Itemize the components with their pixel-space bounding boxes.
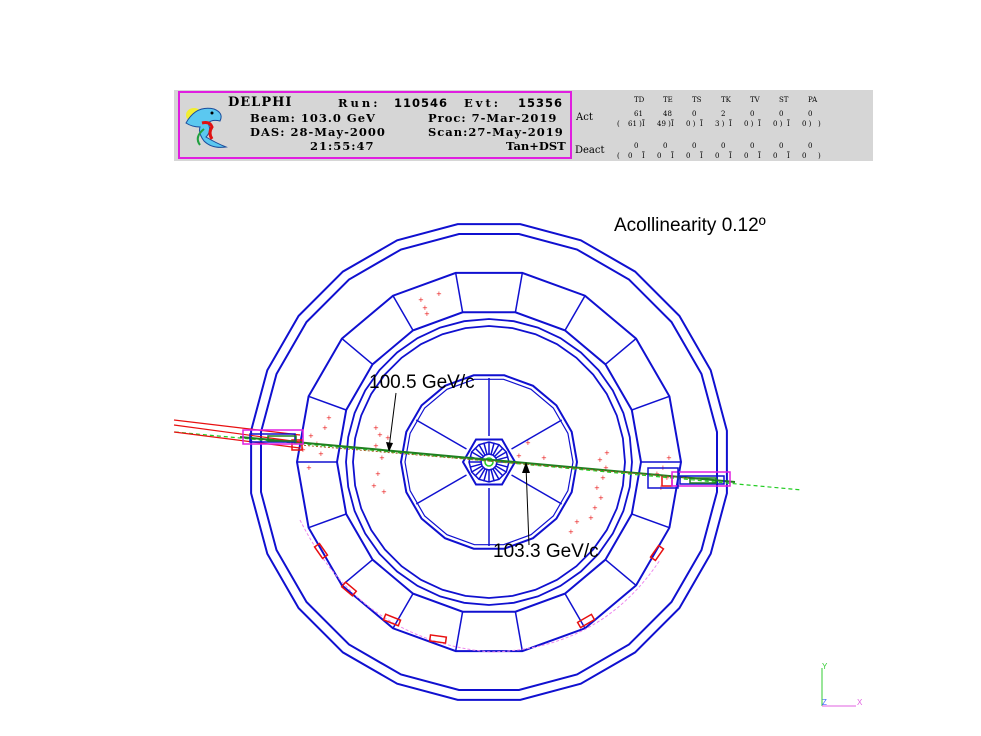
tpc-sector — [511, 474, 563, 505]
hit-marker: + — [525, 439, 531, 447]
tpc-sector — [415, 419, 467, 450]
hadron-calorimeter-sector — [631, 395, 670, 411]
hit-marker: + — [371, 482, 377, 490]
hit-marker: + — [418, 296, 424, 304]
hit-marker: + — [574, 518, 580, 526]
hit-marker: + — [373, 424, 379, 432]
hadron-calorimeter-sector — [392, 295, 414, 331]
hit-marker: + — [597, 456, 603, 464]
hadron-calorimeter-sector — [454, 272, 464, 313]
hit-marker: + — [377, 431, 383, 439]
hadron-calorimeter-sector — [308, 513, 347, 529]
axis-y-label: Y — [822, 662, 828, 671]
hadron-calorimeter-sector — [514, 272, 524, 313]
momentum-arrows — [386, 392, 530, 546]
hit-marker: + — [308, 432, 314, 440]
hadron-calorimeter-sector — [308, 395, 347, 411]
hadron-calorimeter-sector — [454, 611, 464, 652]
hit-marker: + — [375, 470, 381, 478]
hadron-calorimeter-sector — [392, 593, 414, 629]
hit-marker: + — [600, 474, 606, 482]
axis-x-label: X — [857, 698, 863, 707]
hit-marker: + — [594, 484, 600, 492]
hadron-calorimeter-sector — [341, 338, 374, 365]
em-cluster — [428, 634, 448, 644]
detector-geometry — [250, 223, 728, 701]
hit-marker: + — [666, 454, 672, 462]
axis-triad: Y Z X — [821, 662, 863, 707]
track1-momentum-label: 100.5 GeV/c — [369, 372, 475, 393]
axis-z-label: Z — [822, 698, 827, 707]
hit-marker: + — [568, 528, 574, 536]
acollinearity-label: Acollinearity 0.12º — [614, 215, 766, 236]
tpc-sector — [511, 419, 563, 450]
tpc-sector — [415, 474, 467, 505]
event-display: +++++++++++++++++++++++++++++++++++++ Ac… — [173, 215, 863, 707]
hadron-calorimeter-sector — [564, 593, 586, 629]
hit-marker: + — [326, 414, 332, 422]
hit-marker: + — [604, 449, 610, 457]
hit-marker: + — [592, 504, 598, 512]
hit-marker: + — [306, 464, 312, 472]
cryostat-outline — [299, 519, 661, 653]
hadron-calorimeter-sector — [604, 559, 637, 586]
hit-marker: + — [381, 488, 387, 496]
em-cluster — [576, 613, 596, 629]
hit-marker: + — [598, 494, 604, 502]
hadron-calorimeter-sector — [341, 559, 374, 586]
hadron-calorimeter-sector — [631, 513, 670, 529]
hadron-calorimeter-sector — [514, 611, 524, 652]
hadron-calorimeter-sector — [604, 338, 637, 365]
track2-momentum-label: 103.3 GeV/c — [493, 541, 599, 562]
muon-track — [239, 436, 736, 483]
em-cluster — [340, 581, 358, 597]
hit-marker: + — [516, 452, 522, 460]
hit-marker: + — [424, 310, 430, 318]
hadron-calorimeter-inner — [335, 311, 643, 613]
vertex-detector-core — [480, 453, 498, 471]
hit-marker: + — [318, 450, 324, 458]
hit-marker: + — [379, 454, 385, 462]
em-cluster — [649, 544, 665, 562]
solenoid-outer — [345, 318, 633, 606]
hit-marker: + — [436, 290, 442, 298]
hadron-calorimeter-sector — [564, 295, 586, 331]
hit-marker: + — [322, 424, 328, 432]
hit-marker: + — [588, 514, 594, 522]
hit-marker: + — [541, 454, 547, 462]
